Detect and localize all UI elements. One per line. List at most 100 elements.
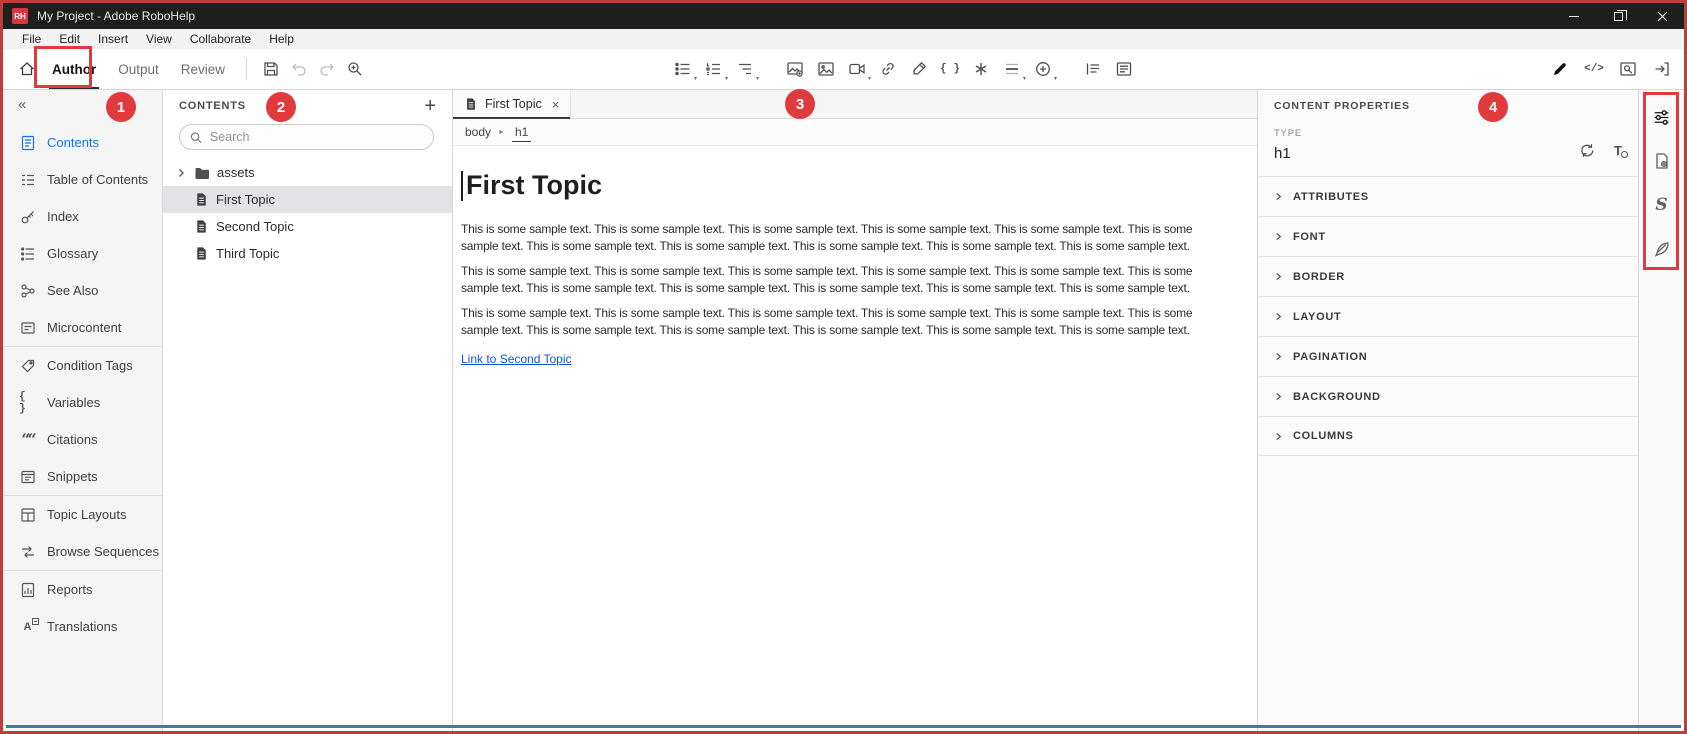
type-value: h1 <box>1274 145 1302 162</box>
tab-review[interactable]: Review <box>170 49 236 89</box>
change-type-icon[interactable]: T <box>1614 143 1622 158</box>
edit-mode-button[interactable] <box>1546 55 1574 83</box>
properties-panel-title: CONTENT PROPERTIES <box>1258 90 1638 122</box>
sidebar-item-index[interactable]: Index <box>3 198 162 235</box>
editor-tab-bar: First Topic × <box>453 90 1257 119</box>
author-sidebar: « Contents Table of Contents Index Gloss… <box>3 90 163 731</box>
undo-button[interactable] <box>285 55 313 83</box>
insert-image-placeholder-button[interactable] <box>781 55 809 83</box>
insert-variable-button[interactable]: { } <box>936 55 964 83</box>
tree-item-first-topic[interactable]: First Topic <box>163 186 452 213</box>
insert-snippet-icon <box>972 60 990 78</box>
tree-item-label: Third Topic <box>216 246 279 261</box>
menu-help[interactable]: Help <box>260 29 303 49</box>
sidebar-item-label: Browse Sequences <box>47 544 159 559</box>
breadcrumb-h1[interactable]: h1 <box>512 123 531 142</box>
insert-image-placeholder-icon <box>786 60 804 78</box>
collapse-sidebar-button[interactable]: « <box>18 96 26 113</box>
section-pagination[interactable]: PAGINATION <box>1258 336 1638 376</box>
section-font[interactable]: FONT <box>1258 216 1638 256</box>
sidebar-item-label: Snippets <box>47 469 98 484</box>
source-view-button[interactable]: </> <box>1580 55 1608 83</box>
sidebar-item-citations[interactable]: ““ Citations <box>3 421 162 458</box>
exit-button[interactable] <box>1648 55 1676 83</box>
menu-insert[interactable]: Insert <box>89 29 137 49</box>
toc-icon <box>19 172 36 188</box>
mini-toc-button[interactable] <box>1110 55 1138 83</box>
find-replace-icon <box>346 60 364 78</box>
tree-item-assets[interactable]: assets <box>163 159 452 186</box>
close-button[interactable] <box>1640 3 1684 29</box>
bullet-list-button[interactable] <box>669 55 697 83</box>
save-all-button[interactable] <box>257 55 285 83</box>
tree-item-second-topic[interactable]: Second Topic <box>163 213 452 240</box>
chevron-right-icon <box>1274 312 1283 321</box>
bullet-list-icon <box>674 60 692 78</box>
minimize-button[interactable] <box>1552 3 1596 29</box>
save-all-icon <box>262 60 280 78</box>
titlebar: RH My Project - Adobe RoboHelp <box>3 3 1684 29</box>
tree-item-third-topic[interactable]: Third Topic <box>163 240 452 267</box>
sidebar-item-reports[interactable]: Reports <box>3 571 162 608</box>
insert-image-button[interactable] <box>812 55 840 83</box>
sample-paragraph: This is some sample text. This is some s… <box>461 221 1217 254</box>
robohelp-logo: RH <box>12 8 28 24</box>
sidebar-item-browse-sequences[interactable]: Browse Sequences <box>3 533 162 570</box>
section-attributes[interactable]: ATTRIBUTES <box>1258 176 1638 216</box>
sidebar-item-contents[interactable]: Contents <box>3 124 162 161</box>
layout-icon <box>19 507 36 523</box>
sidebar-item-label: Condition Tags <box>47 358 133 373</box>
redo-button[interactable] <box>313 55 341 83</box>
menu-collaborate[interactable]: Collaborate <box>181 29 260 49</box>
insert-more-button[interactable] <box>1029 55 1057 83</box>
sidebar-item-microcontent[interactable]: Microcontent <box>3 309 162 346</box>
insert-link-button[interactable] <box>874 55 902 83</box>
chevron-right-icon[interactable] <box>175 167 187 179</box>
sidebar-item-condition-tags[interactable]: Condition Tags <box>3 347 162 384</box>
sidebar-item-table-of-contents[interactable]: Table of Contents <box>3 161 162 198</box>
sidebar-item-topic-layouts[interactable]: Topic Layouts <box>3 496 162 533</box>
tab-first-topic[interactable]: First Topic × <box>453 90 571 118</box>
link-to-second-topic[interactable]: Link to Second Topic <box>461 352 572 366</box>
section-layout[interactable]: LAYOUT <box>1258 296 1638 336</box>
section-background[interactable]: BACKGROUND <box>1258 376 1638 416</box>
breadcrumb-body[interactable]: body <box>465 125 491 139</box>
menu-bar: File Edit Insert View Collaborate Help <box>3 29 1684 49</box>
preview-button[interactable] <box>1614 55 1642 83</box>
glossary-icon <box>19 246 36 262</box>
topic-content[interactable]: First Topic This is some sample text. Th… <box>453 146 1257 368</box>
chevron-right-icon <box>1274 432 1283 441</box>
format-painter-icon <box>910 60 928 78</box>
close-tab-icon[interactable]: × <box>552 97 560 112</box>
find-replace-button[interactable] <box>341 55 369 83</box>
refresh-icon[interactable] <box>1579 142 1596 159</box>
sidebar-item-see-also[interactable]: See Also <box>3 272 162 309</box>
section-border[interactable]: BORDER <box>1258 256 1638 296</box>
restore-button[interactable] <box>1596 3 1640 29</box>
sidebar-item-translations[interactable]: A Translations <box>3 608 162 645</box>
sample-paragraph: This is some sample text. This is some s… <box>461 263 1217 296</box>
insert-video-icon <box>848 60 866 78</box>
restore-icon <box>1614 12 1623 21</box>
add-topic-button[interactable]: + <box>424 97 436 115</box>
insert-horizontal-line-icon <box>1003 60 1021 78</box>
sidebar-item-glossary[interactable]: Glossary <box>3 235 162 272</box>
insert-horizontal-line-button[interactable] <box>998 55 1026 83</box>
menu-view[interactable]: View <box>137 29 181 49</box>
format-painter-button[interactable] <box>905 55 933 83</box>
sidebar-item-snippets[interactable]: Snippets <box>3 458 162 495</box>
tree-item-label: First Topic <box>216 192 275 207</box>
tab-output[interactable]: Output <box>107 49 170 89</box>
multilevel-list-button[interactable] <box>731 55 759 83</box>
section-columns[interactable]: COLUMNS <box>1258 416 1638 456</box>
type-label: TYPE <box>1274 128 1302 139</box>
sidebar-item-variables[interactable]: { } Variables <box>3 384 162 421</box>
toc-placeholder-button[interactable] <box>1079 55 1107 83</box>
mini-toc-icon <box>1115 60 1133 78</box>
toolbar: Author Output Review <box>3 49 1684 90</box>
insert-video-button[interactable] <box>843 55 871 83</box>
search-input[interactable] <box>210 130 423 144</box>
insert-snippet-button[interactable] <box>967 55 995 83</box>
contents-icon <box>19 135 36 151</box>
numbered-list-button[interactable] <box>700 55 728 83</box>
